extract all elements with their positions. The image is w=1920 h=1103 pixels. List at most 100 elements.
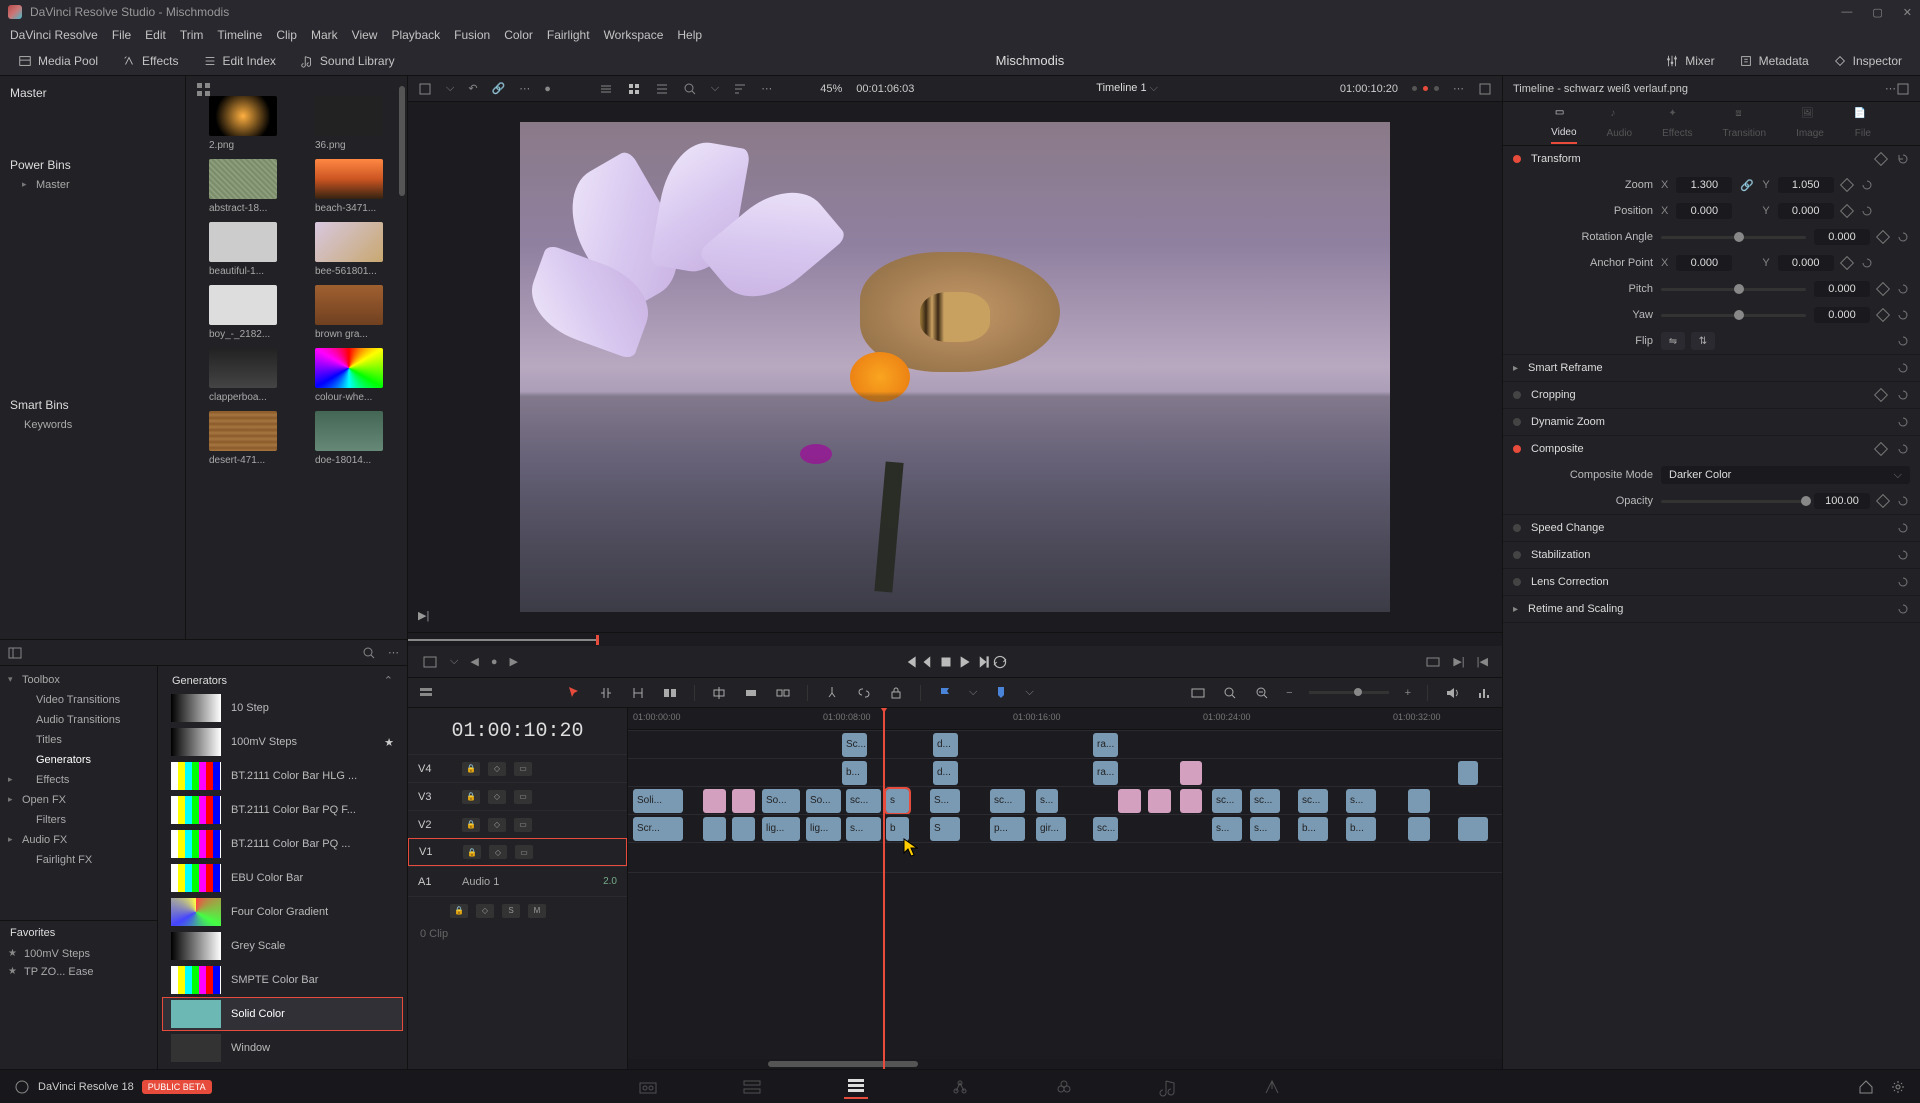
lock-button[interactable]: 🔒 — [462, 818, 480, 832]
reset-icon[interactable] — [1896, 230, 1910, 244]
zoom-in-button[interactable]: + — [1405, 687, 1411, 699]
zoom-slider[interactable] — [1309, 691, 1389, 694]
timecode-display[interactable]: 01:00:10:20 — [408, 708, 627, 754]
smart-bins-header[interactable]: Smart Bins — [0, 394, 185, 416]
auto-select-button[interactable]: ◇ — [488, 790, 506, 804]
inspector-tab-video[interactable]: ▭Video — [1551, 107, 1576, 144]
fairlight-page-tab[interactable] — [1156, 1075, 1180, 1099]
media-item[interactable]: desert-471... — [198, 411, 288, 466]
master-bin[interactable]: Master — [0, 82, 185, 104]
clip[interactable]: s — [886, 789, 909, 813]
menu-timeline[interactable]: Timeline — [217, 28, 262, 42]
next-frame-button[interactable] — [973, 653, 991, 671]
link-clip-icon[interactable] — [856, 685, 872, 701]
clip[interactable]: b... — [1346, 817, 1376, 841]
list-icon[interactable] — [599, 82, 613, 96]
media-item[interactable]: bee-561801... — [304, 222, 394, 277]
favorite-item[interactable]: TP ZO... Ease — [0, 963, 157, 981]
rotation-slider[interactable] — [1661, 236, 1806, 239]
clip[interactable] — [1118, 789, 1141, 813]
generator-item[interactable]: Grey Scale — [162, 929, 403, 963]
play-button[interactable] — [955, 653, 973, 671]
search-icon[interactable] — [362, 646, 376, 660]
mixer-toggle[interactable]: Mixer — [1657, 51, 1722, 71]
media-item[interactable]: beach-3471... — [304, 159, 394, 214]
generator-item[interactable]: 10 Step — [162, 691, 403, 725]
generator-item[interactable]: EBU Color Bar — [162, 861, 403, 895]
lock-button[interactable]: 🔒 — [463, 845, 481, 859]
viewer-menu-icon[interactable] — [418, 82, 432, 96]
smart-bins-keywords[interactable]: Keywords — [0, 416, 185, 434]
auto-select-button[interactable]: ◇ — [488, 818, 506, 832]
settings-icon[interactable] — [1890, 1079, 1906, 1095]
flip-h-button[interactable]: ⇋ — [1661, 332, 1685, 350]
audio-track-header[interactable]: A1 Audio 1 2.0 — [408, 866, 627, 896]
clip[interactable]: So... — [806, 789, 841, 813]
keyframe-icon[interactable] — [1876, 308, 1890, 322]
dynamic-trim-icon[interactable] — [630, 685, 646, 701]
selection-tool-icon[interactable] — [566, 685, 582, 701]
tree-effects[interactable]: Effects — [0, 770, 157, 790]
yaw-slider[interactable] — [1661, 314, 1806, 317]
grid-view-icon[interactable] — [196, 82, 211, 97]
minimize-button[interactable]: — — [1841, 6, 1852, 19]
lock-button[interactable]: 🔒 — [462, 762, 480, 776]
blade-tool-icon[interactable] — [662, 685, 678, 701]
sort-icon[interactable] — [733, 82, 747, 96]
stop-button[interactable] — [937, 653, 955, 671]
metadata-toggle[interactable]: Metadata — [1731, 51, 1817, 71]
reset-icon[interactable] — [1860, 204, 1874, 218]
reset-icon[interactable] — [1896, 152, 1910, 166]
media-item[interactable]: doe-18014... — [304, 411, 394, 466]
media-pool-toggle[interactable]: Media Pool — [10, 51, 106, 71]
clip[interactable] — [703, 789, 726, 813]
tree-generators[interactable]: Generators — [0, 750, 157, 770]
tree-fairlight-fx[interactable]: Fairlight FX — [0, 850, 157, 870]
clip[interactable] — [1180, 789, 1202, 813]
generator-item[interactable]: Window — [162, 1031, 403, 1065]
video-track-v3[interactable]: b...d...ra... — [628, 758, 1502, 786]
pitch-slider[interactable] — [1661, 288, 1806, 291]
disable-button[interactable]: ▭ — [514, 790, 532, 804]
tree-openfx[interactable]: Open FX — [0, 790, 157, 810]
lock-button[interactable]: 🔒 — [462, 790, 480, 804]
stabilization-header[interactable]: Stabilization — [1503, 542, 1920, 568]
match-frame-icon[interactable] — [1425, 654, 1441, 670]
inspector-toggle[interactable]: Inspector — [1825, 51, 1910, 71]
ruler[interactable]: 01:00:00:0001:00:08:0001:00:16:0001:00:2… — [628, 708, 1502, 730]
meters-icon[interactable] — [1476, 685, 1492, 701]
zoom-out-button[interactable]: − — [1286, 687, 1292, 699]
audio-track-sub[interactable] — [628, 872, 1502, 902]
trim-tool-icon[interactable] — [598, 685, 614, 701]
tree-audio-transitions[interactable]: Audio Transitions — [0, 710, 157, 730]
clip[interactable]: s... — [846, 817, 881, 841]
tree-audiofx[interactable]: Audio FX — [0, 830, 157, 850]
grid-icon[interactable] — [627, 82, 641, 96]
media-scrollbar[interactable] — [399, 86, 405, 196]
media-page-tab[interactable] — [636, 1075, 660, 1099]
audio-track-a1[interactable] — [628, 842, 1502, 872]
clip[interactable]: sc... — [846, 789, 881, 813]
playhead[interactable] — [883, 708, 885, 1069]
clip[interactable]: lig... — [806, 817, 841, 841]
menu-playback[interactable]: Playback — [391, 28, 440, 42]
media-item[interactable]: beautiful-1... — [198, 222, 288, 277]
color-page-tab[interactable] — [1052, 1075, 1076, 1099]
zoom-x-input[interactable]: 1.300 — [1676, 177, 1732, 193]
clip[interactable]: d... — [933, 761, 958, 785]
enable-dot[interactable] — [1513, 155, 1521, 163]
disable-button[interactable]: ▭ — [514, 762, 532, 776]
clip[interactable] — [1408, 817, 1430, 841]
track-header-v2[interactable]: V2🔒◇▭ — [408, 810, 627, 838]
link-icon[interactable]: 🔗 — [1740, 179, 1754, 192]
inspector-tab-effects[interactable]: ✦Effects — [1662, 108, 1692, 139]
inspector-tab-audio[interactable]: ♪Audio — [1607, 108, 1633, 139]
rotation-input[interactable]: 0.000 — [1814, 229, 1870, 245]
inspector-more-icon[interactable]: ⋯ — [1885, 82, 1896, 95]
pos-y-input[interactable]: 0.000 — [1778, 203, 1834, 219]
reset-icon[interactable] — [1860, 256, 1874, 270]
dynamic-zoom-header[interactable]: Dynamic Zoom — [1503, 409, 1920, 435]
tree-titles[interactable]: Titles — [0, 730, 157, 750]
menu-fairlight[interactable]: Fairlight — [547, 28, 590, 42]
search-icon[interactable] — [683, 82, 697, 96]
